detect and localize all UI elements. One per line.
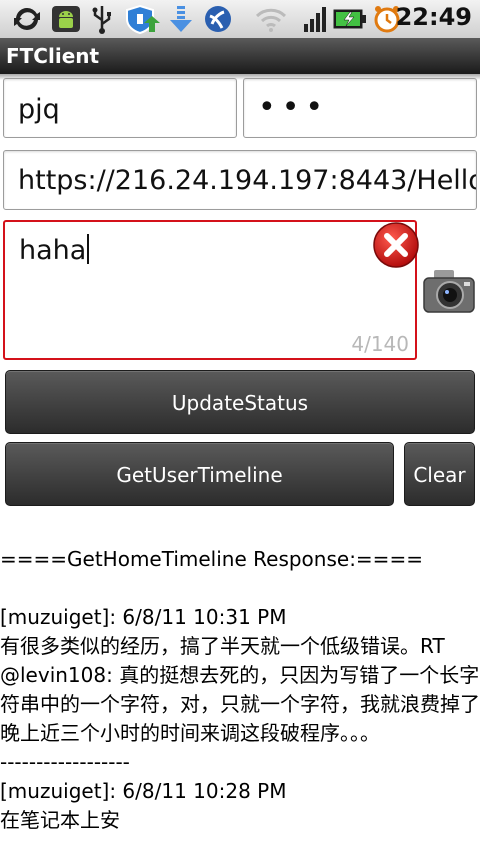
- text-caret: [87, 234, 90, 264]
- clear-text-icon[interactable]: [372, 221, 420, 269]
- tweet-body: 有很多类似的经历，搞了半天就一个低级错误。RT @levin108: 真的挺想去…: [0, 634, 480, 745]
- status-text: haha: [19, 235, 87, 266]
- get-user-timeline-button[interactable]: GetUserTimeline: [5, 442, 394, 506]
- tweet-separator: ------------------: [0, 750, 130, 774]
- tweet-meta: [muzuiget]: 6/8/11 10:31 PM: [0, 605, 287, 629]
- shield-update-icon: [126, 4, 160, 34]
- status-bar: 22:49: [0, 0, 480, 39]
- password-field[interactable]: •••: [243, 78, 477, 138]
- char-counter: 4/140: [351, 332, 409, 356]
- url-value: https://216.24.194.197:8443/HelloSer: [18, 165, 476, 196]
- username-field[interactable]: pjq: [3, 78, 237, 138]
- url-field[interactable]: https://216.24.194.197:8443/HelloSer: [3, 150, 477, 210]
- update-status-button[interactable]: UpdateStatus: [5, 370, 475, 434]
- response-output: ====GetHomeTimeline Response:==== [muzui…: [0, 545, 480, 835]
- download-icon: [170, 6, 192, 32]
- app-title-bar: FTClient: [0, 38, 480, 80]
- app-title: FTClient: [6, 44, 100, 68]
- status-input-text-wrap: haha: [19, 234, 90, 266]
- battery-charging-icon: [333, 9, 366, 29]
- camera-icon[interactable]: [420, 264, 478, 322]
- response-header: ====GetHomeTimeline Response:====: [0, 547, 423, 571]
- sync-icon: [14, 7, 40, 31]
- app-swirl-icon: [205, 6, 231, 32]
- username-value: pjq: [18, 94, 60, 125]
- clock-time: 22:49: [395, 3, 472, 31]
- wifi-icon: [255, 8, 287, 32]
- signal-icon: [304, 7, 326, 32]
- password-mask: •••: [258, 90, 330, 125]
- clear-button[interactable]: Clear: [404, 442, 475, 506]
- status-input[interactable]: haha 4/140: [3, 220, 417, 360]
- tweet-body: 在笔记本上安: [0, 808, 120, 832]
- android-icon: [52, 6, 80, 32]
- usb-icon: [92, 6, 111, 34]
- tweet-meta: [muzuiget]: 6/8/11 10:28 PM: [0, 779, 287, 803]
